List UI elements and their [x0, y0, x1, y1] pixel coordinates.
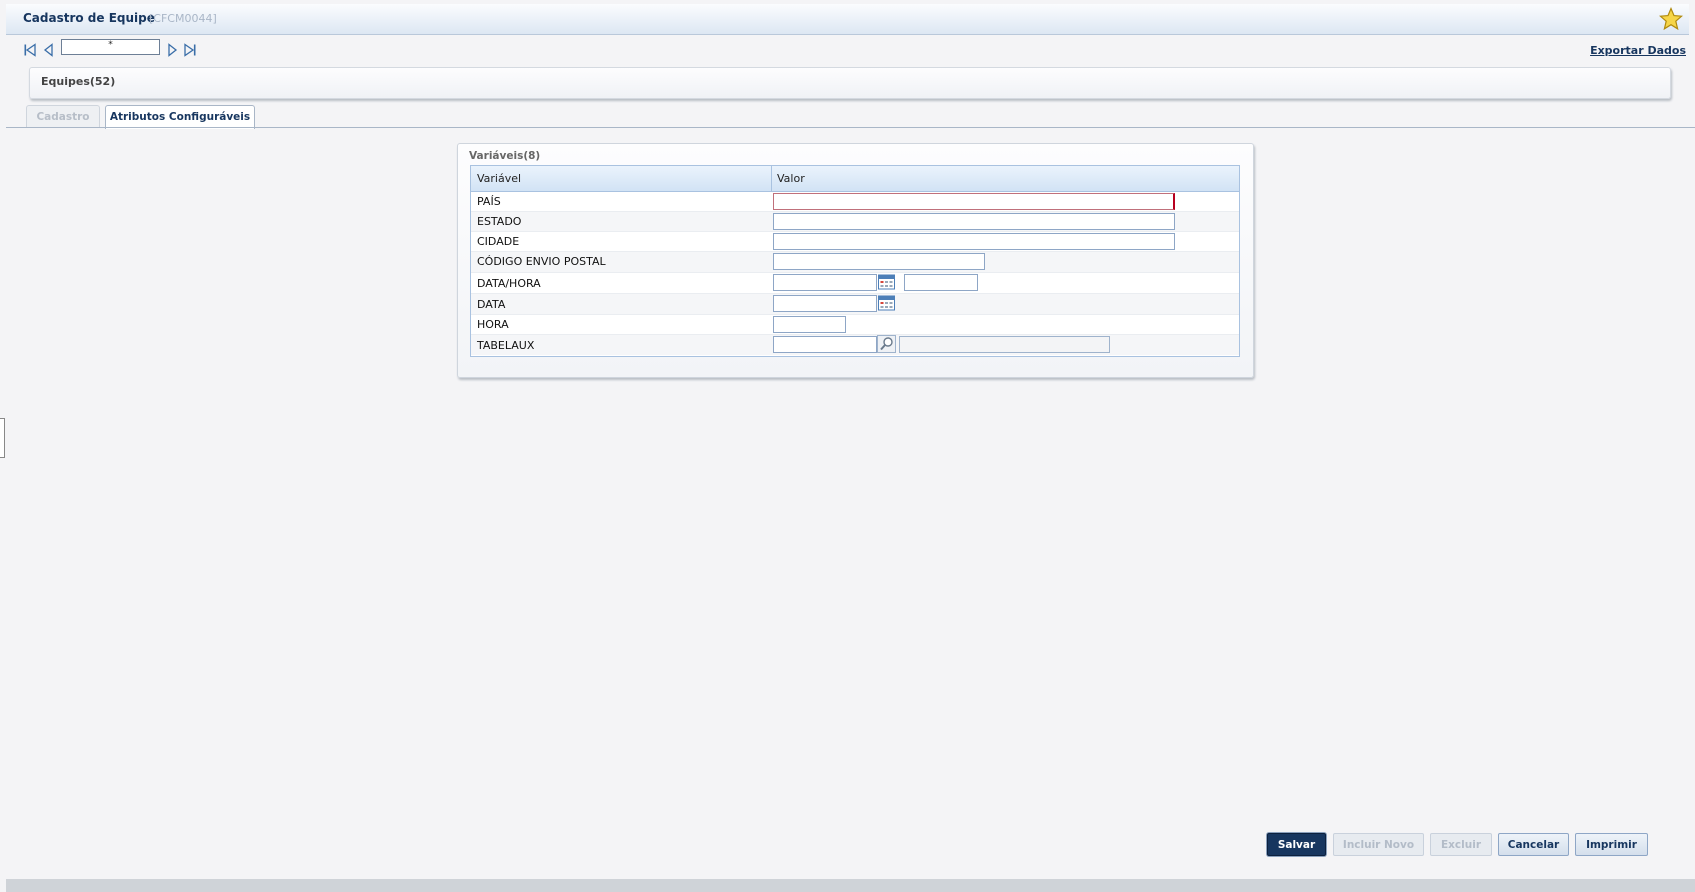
table-row: PAÍS — [471, 192, 1239, 212]
bottom-bar — [6, 879, 1695, 892]
estado-field[interactable] — [773, 213, 1175, 230]
tab-atributos-configuraveis[interactable]: Atributos Configuráveis — [105, 105, 255, 129]
grid-header: Variável Valor — [471, 166, 1239, 192]
hora-field[interactable] — [773, 316, 846, 333]
pais-field[interactable] — [773, 193, 1175, 210]
column-separator — [771, 166, 772, 191]
calendar-icon[interactable] — [877, 294, 896, 312]
previous-record-icon[interactable] — [42, 43, 56, 57]
equipes-panel[interactable]: Equipes(52) — [29, 67, 1671, 99]
variables-panel: Variáveis(8) Variável Valor PAÍS ESTADO … — [457, 143, 1254, 378]
page-title: Cadastro de Equipe — [23, 11, 155, 25]
variable-label: ESTADO — [477, 215, 522, 228]
table-row: DATA — [471, 294, 1239, 315]
variables-grid: Variável Valor PAÍS ESTADO CIDADE CÓDIGO… — [470, 165, 1240, 357]
table-row: ESTADO — [471, 212, 1239, 232]
delete-button[interactable]: Excluir — [1430, 833, 1492, 856]
title-bar: Cadastro de Equipe [CFCM0044] — [6, 4, 1689, 35]
variable-label: CÓDIGO ENVIO POSTAL — [477, 255, 606, 268]
table-row: TABELAUX — [471, 335, 1239, 355]
cancel-button[interactable]: Cancelar — [1498, 833, 1569, 856]
side-panel-handle[interactable] — [0, 418, 5, 458]
table-row: CIDADE — [471, 232, 1239, 252]
export-data-link[interactable]: Exportar Dados — [1590, 44, 1686, 57]
last-record-icon[interactable] — [183, 43, 197, 57]
codigo-envio-postal-field[interactable] — [773, 253, 985, 270]
add-new-button[interactable]: Incluir Novo — [1333, 833, 1424, 856]
table-row: CÓDIGO ENVIO POSTAL — [471, 252, 1239, 273]
equipes-label: Equipes(52) — [41, 75, 116, 88]
variables-title: Variáveis(8) — [469, 150, 541, 162]
variable-label: PAÍS — [477, 195, 501, 208]
calendar-icon[interactable] — [877, 273, 896, 291]
tab-divider — [6, 127, 1695, 128]
table-row: DATA/HORA — [471, 273, 1239, 294]
table-row: HORA — [471, 315, 1239, 335]
star-icon[interactable] — [1659, 7, 1683, 31]
save-button[interactable]: Salvar — [1267, 833, 1326, 856]
search-icon[interactable] — [877, 335, 896, 353]
tabelaux-description-field — [899, 336, 1110, 353]
print-button[interactable]: Imprimir — [1575, 833, 1648, 856]
record-position-input[interactable]: * — [61, 39, 160, 55]
variable-label: DATA/HORA — [477, 277, 541, 290]
record-navigation: * Exportar Dados — [6, 38, 1689, 62]
variable-label: TABELAUX — [477, 339, 535, 352]
next-record-icon[interactable] — [165, 43, 179, 57]
variable-label: CIDADE — [477, 235, 520, 248]
data-field[interactable] — [773, 295, 877, 312]
column-header-variable: Variável — [477, 172, 522, 185]
tab-cadastro[interactable]: Cadastro — [26, 105, 100, 128]
cidade-field[interactable] — [773, 233, 1175, 250]
column-header-value: Valor — [777, 172, 805, 185]
first-record-icon[interactable] — [23, 43, 37, 57]
data-hora-date-field[interactable] — [773, 274, 877, 291]
screen-code: [CFCM0044] — [149, 12, 217, 25]
variable-label: DATA — [477, 298, 506, 311]
tabelaux-code-field[interactable] — [773, 336, 877, 353]
variable-label: HORA — [477, 318, 509, 331]
data-hora-time-field[interactable] — [904, 274, 978, 291]
